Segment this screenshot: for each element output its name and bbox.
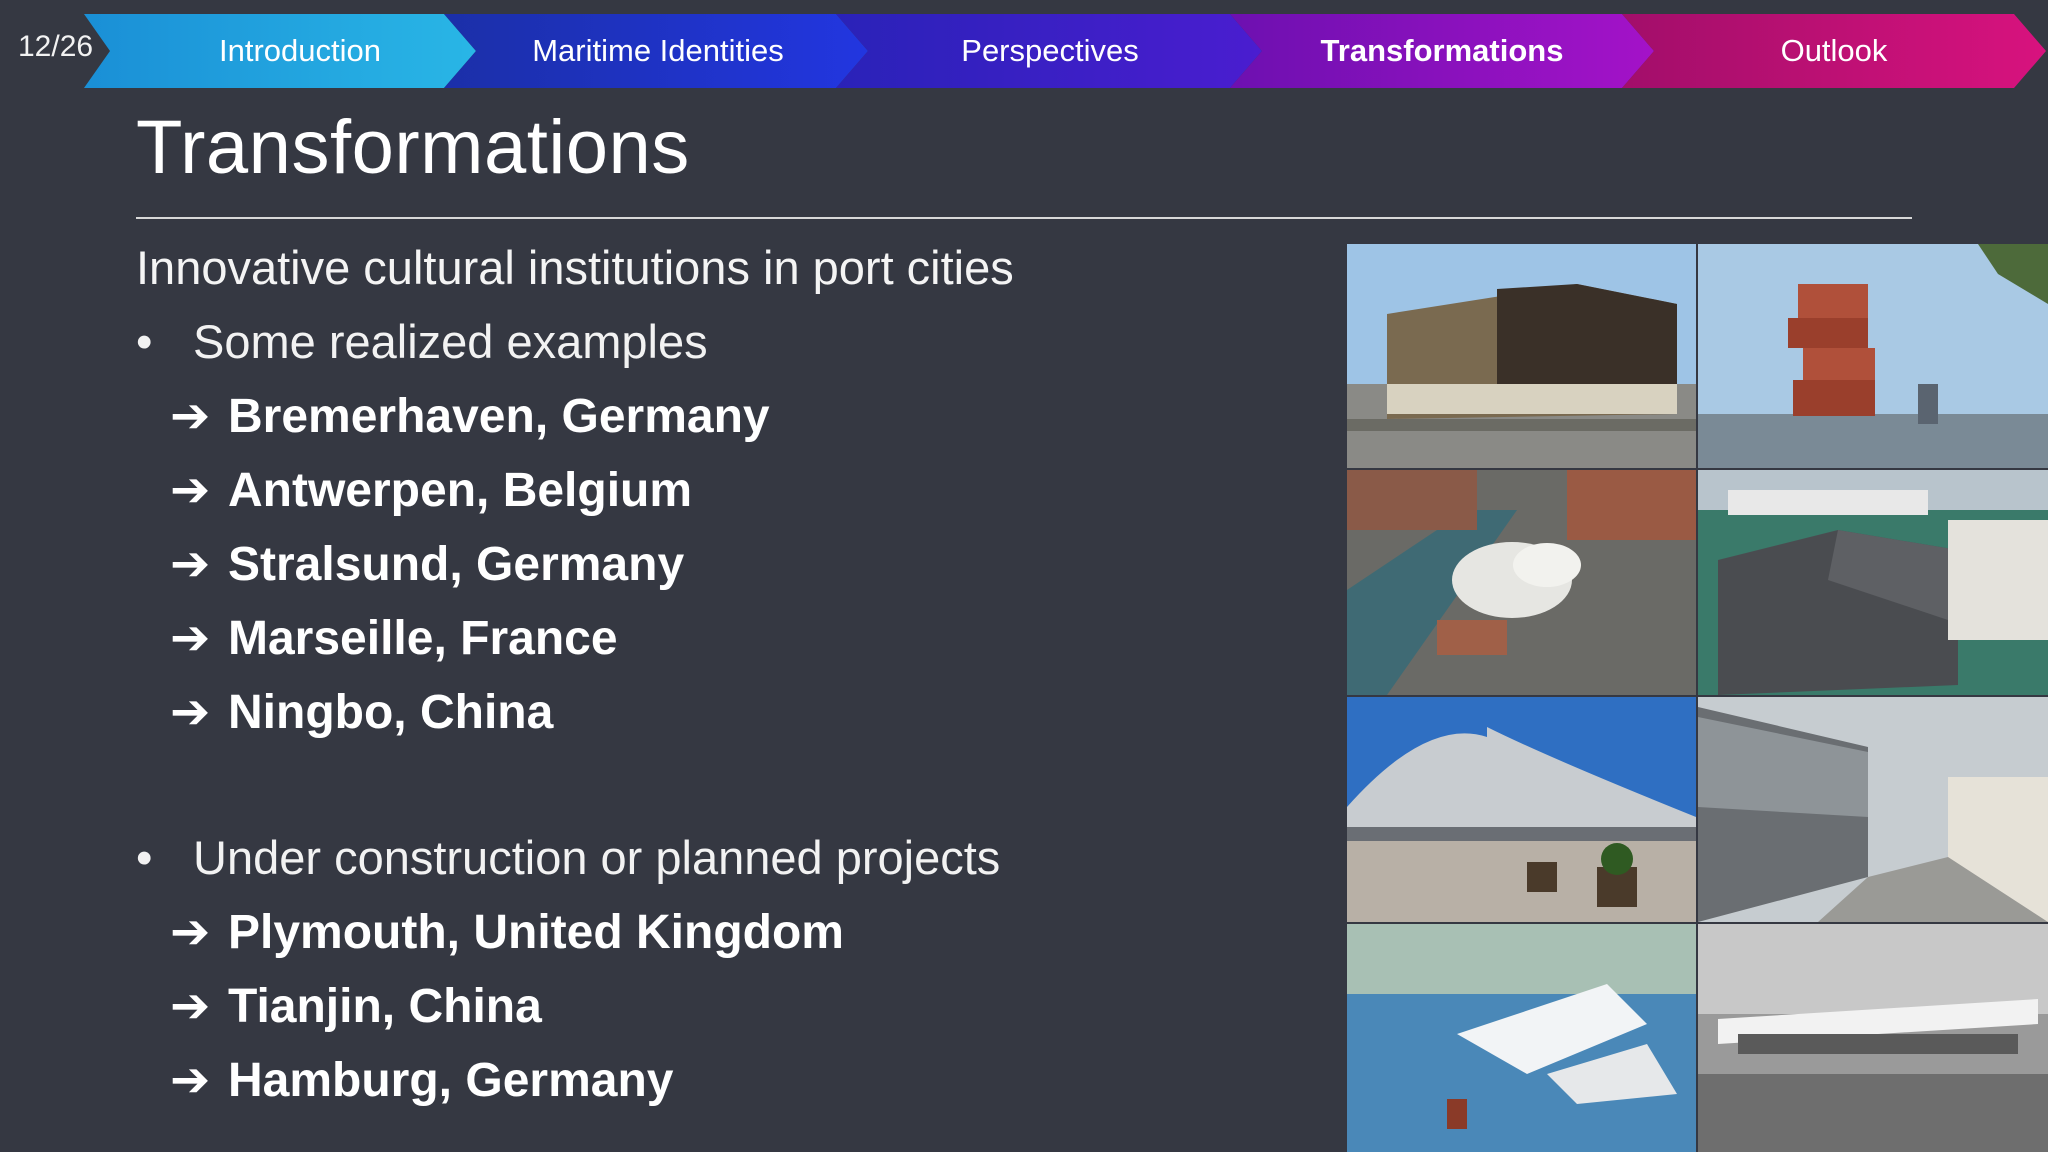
slide-subtitle: Innovative cultural institutions in port… [136,241,1014,294]
ningbo-photo [1347,697,1696,922]
plymouth-photo [1698,697,2048,922]
slide-counter: 12/26 [18,30,94,63]
list-item: ➔ Tianjin, China [170,978,542,1034]
nav-tab-outlook[interactable]: Outlook [1634,14,2034,88]
list-item-label: Hamburg, Germany [228,1054,674,1107]
arrow-right-icon: ➔ [170,464,211,517]
list-item-label: Tianjin, China [228,980,542,1033]
bremerhaven-photo [1347,244,1696,468]
list-item: ➔ Hamburg, Germany [170,1052,673,1108]
list-item: ➔ Marseille, France [170,610,618,666]
hamburg-photo [1698,924,2048,1152]
bullet-label: Some realized examples [193,315,708,368]
arrow-right-icon: ➔ [170,686,211,739]
bullet-dot: • [136,831,153,884]
nav-tab-introduction[interactable]: Introduction [110,14,490,88]
bullet-label: Under construction or planned projects [193,831,1001,884]
list-item: ➔ Plymouth, United Kingdom [170,904,844,960]
antwerpen-photo [1698,244,2048,468]
list-item-label: Stralsund, Germany [228,538,685,591]
nav-tab-transformations[interactable]: Transformations [1242,14,1642,88]
arrow-right-icon: ➔ [170,906,211,959]
list-item-label: Plymouth, United Kingdom [228,906,844,959]
tianjin-photo [1347,924,1696,1152]
list-item: ➔ Ningbo, China [170,684,553,740]
title-divider [136,217,1912,219]
arrow-right-icon: ➔ [170,538,211,591]
arrow-right-icon: ➔ [170,980,211,1033]
page-title: Transformations [136,105,690,190]
nav-tab-perspectives[interactable]: Perspectives [850,14,1250,88]
bullet-dot: • [136,315,153,368]
list-item-label: Ningbo, China [228,686,554,739]
list-item: ➔ Antwerpen, Belgium [170,462,692,518]
arrow-right-icon: ➔ [170,612,211,665]
list-item: ➔ Stralsund, Germany [170,536,684,592]
arrow-right-icon: ➔ [170,390,211,443]
list-item-label: Antwerpen, Belgium [228,464,693,517]
list-item-label: Marseille, France [228,612,618,665]
marseille-photo [1698,470,2048,695]
nav-tab-maritime-identities[interactable]: Maritime Identities [458,14,858,88]
list-item: ➔ Bremerhaven, Germany [170,388,770,444]
arrow-right-icon: ➔ [170,1054,211,1107]
stralsund-photo [1347,470,1696,695]
photo-grid [1347,244,2048,1152]
list-item-label: Bremerhaven, Germany [228,390,770,443]
